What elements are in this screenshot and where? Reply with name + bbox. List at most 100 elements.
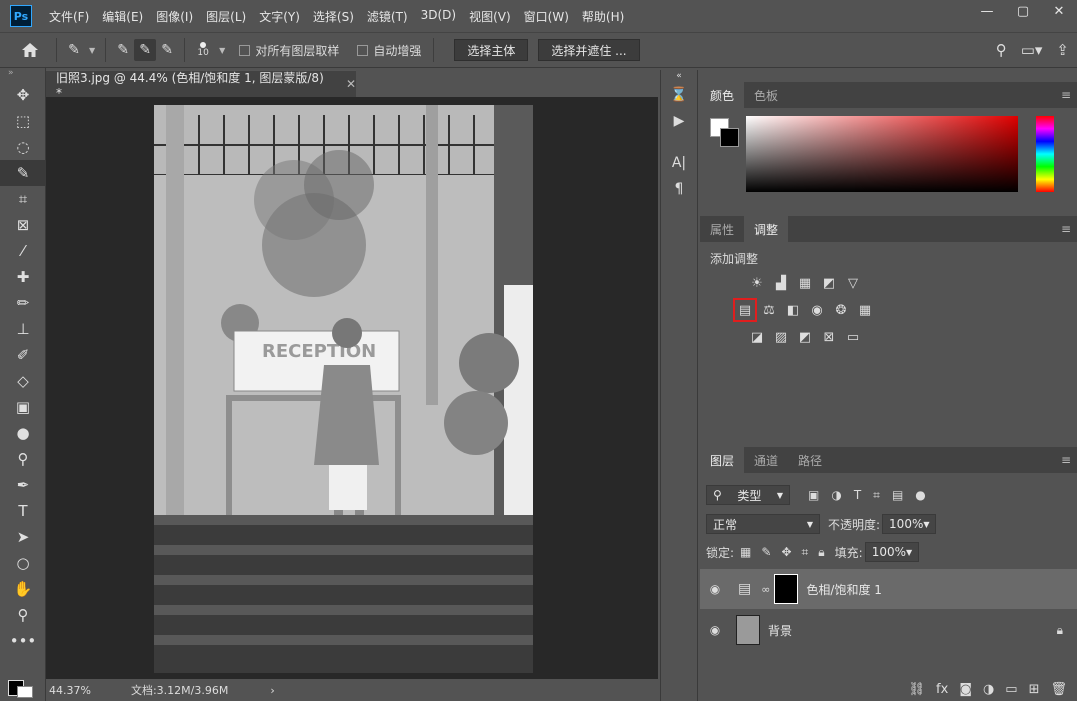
menu-3d[interactable]: 3D(D)	[421, 8, 456, 25]
hand-tool-icon[interactable]: ✋	[0, 576, 46, 602]
color-picker-field[interactable]	[746, 116, 1018, 192]
zoom-level[interactable]: 44.37%	[49, 684, 91, 697]
sample-all-layers-checkbox[interactable]: 对所有图层取样	[239, 42, 339, 59]
threshold-icon[interactable]: ◩	[796, 328, 814, 346]
delete-layer-icon[interactable]: 🗑︎	[1050, 682, 1067, 697]
history-brush-tool-icon[interactable]: ✐	[0, 342, 46, 368]
document-tab[interactable]: 旧照3.jpg @ 44.4% (色相/饱和度 1, 图层蒙版/8) * ✕	[46, 70, 356, 100]
color-lookup-icon[interactable]: ▦	[856, 301, 874, 319]
tab-channels[interactable]: 通道	[744, 447, 788, 473]
black-white-icon[interactable]: ◧	[784, 301, 802, 319]
filter-smart-object-icon[interactable]: ▤	[892, 488, 903, 502]
document-canvas-image[interactable]: RECEPTION	[154, 105, 533, 673]
layer-filter-select[interactable]: ⚲ 类型 ▼	[706, 485, 790, 505]
hue-saturation-icon[interactable]: ▤	[733, 298, 757, 322]
menu-type[interactable]: 文字(Y)	[259, 8, 300, 25]
more-tools-icon[interactable]: •••	[0, 628, 46, 654]
brush-tool-icon[interactable]: ✏	[0, 290, 46, 316]
quick-selection-tool-icon[interactable]: ✎	[0, 160, 46, 186]
brightness-contrast-icon[interactable]: ☀	[748, 274, 766, 292]
hue-slider[interactable]	[1036, 116, 1054, 192]
maximize-button[interactable]: ▢	[1005, 0, 1041, 22]
layer-row-background[interactable]: ◉ 背景 🔒︎	[700, 610, 1077, 650]
gradient-map-icon[interactable]: ⊠	[820, 328, 838, 346]
tab-paths[interactable]: 路径	[788, 447, 832, 473]
layer-name[interactable]: 色相/饱和度 1	[806, 581, 882, 598]
chain-link-icon[interactable]: ∞	[761, 583, 770, 596]
pen-tool-icon[interactable]: ✒	[0, 472, 46, 498]
fill-field[interactable]: 100% ▼	[864, 542, 919, 562]
menu-filter[interactable]: 滤镜(T)	[367, 8, 408, 25]
ellipse-tool-icon[interactable]: ○	[0, 550, 46, 576]
photo-filter-icon[interactable]: ◉	[808, 301, 826, 319]
path-selection-tool-icon[interactable]: ➤	[0, 524, 46, 550]
paragraph-icon[interactable]: ¶	[661, 176, 697, 202]
menu-select[interactable]: 选择(S)	[313, 8, 354, 25]
auto-enhance-checkbox[interactable]: 自动增强	[357, 42, 421, 59]
panel-menu-icon[interactable]: ≡	[1051, 82, 1077, 108]
filter-type-icon[interactable]: T	[854, 488, 861, 502]
background-color-swatch[interactable]	[720, 128, 739, 147]
visibility-eye-icon[interactable]: ◉	[700, 582, 730, 596]
crop-tool-icon[interactable]: ⌗	[0, 186, 46, 212]
vibrance-icon[interactable]: ▽	[844, 274, 862, 292]
new-selection-icon[interactable]: ✎	[112, 39, 134, 61]
menu-edit[interactable]: 编辑(E)	[102, 8, 143, 25]
frame-tool-icon[interactable]: ⊠	[0, 212, 46, 238]
new-adjustment-icon[interactable]: ◑	[983, 682, 994, 697]
add-to-selection-icon[interactable]: ✎	[134, 39, 157, 61]
menu-view[interactable]: 视图(V)	[469, 8, 511, 25]
menu-file[interactable]: 文件(F)	[49, 8, 89, 25]
invert-icon[interactable]: ◪	[748, 328, 766, 346]
marquee-tool-icon[interactable]: ⬚	[0, 108, 46, 134]
layer-mask-thumbnail[interactable]	[774, 574, 799, 604]
workspace-icon[interactable]: ▭▾	[1021, 41, 1043, 59]
gradient-tool-icon[interactable]: ▣	[0, 394, 46, 420]
levels-icon[interactable]: ▟	[772, 274, 790, 292]
home-button[interactable]	[10, 35, 50, 65]
opacity-field[interactable]: 100% ▼	[882, 514, 937, 534]
filter-toggle-icon[interactable]: ●	[915, 488, 925, 502]
share-icon[interactable]: ⇪	[1056, 41, 1069, 59]
menu-image[interactable]: 图像(I)	[156, 8, 193, 25]
eraser-tool-icon[interactable]: ◇	[0, 368, 46, 394]
close-icon[interactable]: ✕	[346, 77, 356, 91]
lock-image-icon[interactable]: ✎	[761, 545, 771, 559]
layer-style-icon[interactable]: fx	[936, 682, 948, 697]
chevron-down-icon[interactable]: ▼	[219, 46, 225, 55]
blend-mode-select[interactable]: 正常 ▼	[706, 514, 820, 534]
actions-play-icon[interactable]: ▶	[661, 108, 697, 134]
channel-mixer-icon[interactable]: ❂	[832, 301, 850, 319]
color-balance-icon[interactable]: ⚖	[760, 301, 778, 319]
lock-artboard-icon[interactable]: ⌗	[802, 545, 809, 560]
menu-window[interactable]: 窗口(W)	[524, 8, 569, 25]
color-fg-bg-swatch[interactable]	[710, 118, 740, 148]
curves-icon[interactable]: ▦	[796, 274, 814, 292]
stamp-tool-icon[interactable]: ⊥	[0, 316, 46, 342]
character-icon[interactable]: A|	[661, 150, 697, 176]
move-tool-icon[interactable]: ✥	[0, 82, 46, 108]
canvas-area[interactable]: RECEPTION	[46, 97, 658, 679]
collapse-icon[interactable]: «	[661, 70, 697, 82]
visibility-eye-icon[interactable]: ◉	[700, 623, 730, 637]
selective-color-icon[interactable]: ▭	[844, 328, 862, 346]
filter-pixel-icon[interactable]: ▣	[808, 488, 819, 502]
layer-thumbnail[interactable]	[736, 615, 760, 645]
healing-brush-tool-icon[interactable]: ✚	[0, 264, 46, 290]
filter-adjustment-icon[interactable]: ◑	[831, 488, 841, 502]
layer-row-hue-saturation[interactable]: ◉ ▤ ∞ 色相/饱和度 1	[700, 569, 1077, 609]
eyedropper-tool-icon[interactable]: ⁄	[0, 238, 46, 264]
blur-tool-icon[interactable]: ●	[0, 420, 46, 446]
filter-shape-icon[interactable]: ⌗	[873, 488, 880, 503]
tab-swatches[interactable]: 色板	[744, 82, 788, 108]
subtract-from-selection-icon[interactable]: ✎	[156, 39, 178, 61]
history-icon[interactable]: ⌛	[661, 82, 697, 108]
posterize-icon[interactable]: ▨	[772, 328, 790, 346]
link-layers-icon[interactable]: ⛓	[909, 682, 926, 697]
layer-name[interactable]: 背景	[768, 622, 792, 639]
tab-color[interactable]: 颜色	[700, 82, 745, 108]
color-swatch[interactable]	[8, 672, 38, 698]
new-group-icon[interactable]: ▭	[1005, 682, 1017, 697]
exposure-icon[interactable]: ◩	[820, 274, 838, 292]
zoom-tool-icon[interactable]: ⚲	[0, 602, 46, 628]
